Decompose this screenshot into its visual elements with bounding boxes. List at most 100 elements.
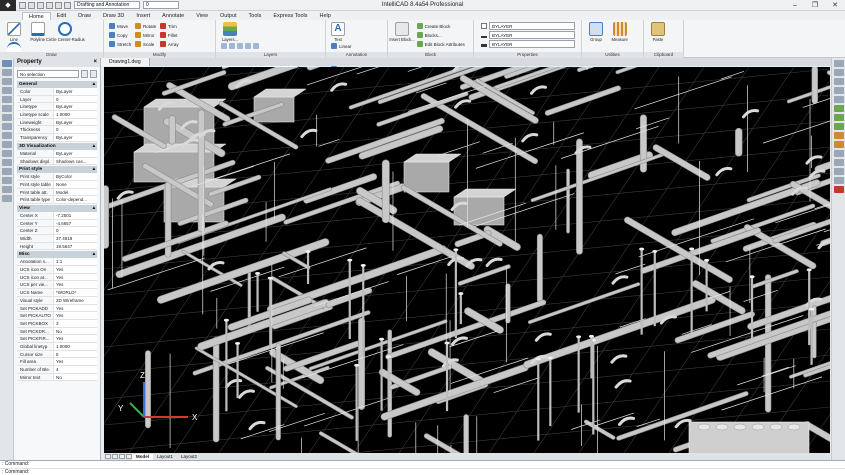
property-value[interactable]: Yes xyxy=(54,266,97,273)
selection-select[interactable]: No selection xyxy=(17,70,79,78)
property-section-header[interactable]: View ▴ xyxy=(17,204,97,212)
edit-block-attributes-button[interactable]: Edit Block Attributes xyxy=(416,40,465,48)
property-value[interactable]: Yes xyxy=(54,312,97,319)
property-row[interactable]: Center X -7.2501 xyxy=(17,211,97,220)
property-row[interactable]: Color ByLayer xyxy=(17,88,97,96)
property-value[interactable]: *WORLD* xyxy=(54,289,97,296)
property-row[interactable]: UCS icon On Yes xyxy=(17,266,97,274)
layer-off-icon[interactable] xyxy=(253,43,259,49)
ucs-icon[interactable] xyxy=(833,150,844,157)
dimension-tool-icon[interactable] xyxy=(1,150,12,157)
print-icon[interactable] xyxy=(46,1,53,9)
layer-previous-icon[interactable] xyxy=(229,43,235,49)
model-space-view[interactable] xyxy=(104,67,830,453)
circle-button[interactable]: Circle Center-Radius xyxy=(46,22,85,42)
workspace-select[interactable]: Drafting and Annotation xyxy=(74,1,140,9)
redraw-icon[interactable] xyxy=(833,177,844,184)
line-button[interactable]: Line xyxy=(3,22,25,42)
select-tool-icon[interactable] xyxy=(1,60,12,67)
array-button[interactable]: Array xyxy=(159,40,179,48)
tab-express-tools[interactable]: Express Tools xyxy=(267,12,313,20)
property-value[interactable]: 1.0000 xyxy=(54,342,97,350)
measure-button[interactable]: Measure xyxy=(609,22,631,42)
insert-tool-icon[interactable] xyxy=(1,177,12,184)
property-value[interactable]: 5 xyxy=(54,350,97,358)
select-objects-icon[interactable] xyxy=(90,70,97,78)
property-row[interactable]: Set PICKDR... No xyxy=(17,327,97,336)
view-iso-icon[interactable] xyxy=(833,123,844,130)
block-tool-icon[interactable] xyxy=(1,168,12,175)
quick-layer-select[interactable]: 0 xyxy=(143,1,179,9)
property-value[interactable]: Model xyxy=(54,188,97,196)
property-value[interactable]: 2D Wireframe xyxy=(54,296,97,304)
minimize-button[interactable]: – xyxy=(785,0,805,11)
text-tool-icon[interactable] xyxy=(1,141,12,148)
property-row[interactable]: Print style table None xyxy=(17,180,97,189)
property-row[interactable]: Thickness 0 xyxy=(17,126,97,135)
property-value[interactable]: ByLayer xyxy=(54,103,97,111)
tab-draw[interactable]: Draw xyxy=(72,12,97,20)
linear-dimension-button[interactable]: Linear xyxy=(331,42,365,50)
tab-layout1[interactable]: Layout1 xyxy=(153,454,177,460)
property-value[interactable]: ByLayer xyxy=(54,149,97,157)
property-row[interactable]: Global linetyp. 1.0000 xyxy=(17,342,97,351)
zoom-extents-icon[interactable] xyxy=(833,87,844,94)
collapse-icon[interactable]: ▴ xyxy=(93,205,95,212)
quick-select-icon[interactable] xyxy=(81,70,88,78)
point-tool-icon[interactable] xyxy=(1,159,12,166)
region-tool-icon[interactable] xyxy=(1,186,12,193)
property-value[interactable]: 0 xyxy=(54,126,97,134)
blocks-button[interactable]: Blocks... xyxy=(416,31,465,39)
property-value[interactable]: 1:1 xyxy=(54,258,97,266)
property-row[interactable]: Material ByLayer xyxy=(17,149,97,158)
layer-freeze-icon[interactable] xyxy=(245,43,251,49)
property-value[interactable]: ByLayer xyxy=(54,118,97,126)
property-row[interactable]: Linetype ByLayer xyxy=(17,103,97,112)
mirror-button[interactable]: Mirror xyxy=(134,31,156,39)
tab-insert[interactable]: Insert xyxy=(130,12,156,20)
first-layout-icon[interactable] xyxy=(105,454,111,459)
table-tool-icon[interactable] xyxy=(1,195,12,202)
tab-edit[interactable]: Edit xyxy=(51,12,72,20)
paste-button[interactable]: Paste xyxy=(647,22,669,42)
tab-help[interactable]: Help xyxy=(314,12,337,20)
redo-icon[interactable] xyxy=(64,1,71,9)
collapse-icon[interactable]: ▴ xyxy=(93,166,95,173)
shade-icon[interactable] xyxy=(833,141,844,148)
property-row[interactable]: UCS Name *WORLD* xyxy=(17,289,97,297)
zoom-icon[interactable] xyxy=(833,60,844,67)
pan-icon[interactable] xyxy=(833,69,844,76)
circle-tool-icon[interactable] xyxy=(1,96,12,103)
property-value[interactable]: None xyxy=(54,180,97,188)
collapse-icon[interactable]: ▴ xyxy=(93,81,95,88)
new-icon[interactable] xyxy=(19,1,26,9)
orbit-icon[interactable] xyxy=(833,78,844,85)
property-row[interactable]: Cursor size 5 xyxy=(17,350,97,359)
hatch-tool-icon[interactable] xyxy=(1,132,12,139)
line-tool-icon[interactable] xyxy=(1,69,12,76)
undo-icon[interactable] xyxy=(55,1,62,9)
tab-output[interactable]: Output xyxy=(214,12,243,20)
property-panel-close-icon[interactable]: × xyxy=(93,58,97,67)
property-value[interactable]: -7.2501 xyxy=(54,211,97,219)
property-row[interactable]: Height 19.5647 xyxy=(17,242,97,251)
property-row[interactable]: Transparency ByLayer xyxy=(17,134,97,142)
insert-block-button[interactable]: Insert Block... xyxy=(389,22,415,42)
collapse-icon[interactable]: ▴ xyxy=(93,251,95,258)
layers-button[interactable]: Layers... xyxy=(219,22,241,42)
maximize-button[interactable]: ❐ xyxy=(805,0,825,11)
property-section-header[interactable]: Print style ▴ xyxy=(17,166,97,174)
property-row[interactable]: Lineweight ByLayer xyxy=(17,118,97,127)
tab-annotate[interactable]: Annotate xyxy=(156,12,190,20)
tab-tools[interactable]: Tools xyxy=(243,12,268,20)
regen-icon[interactable] xyxy=(833,168,844,175)
property-row[interactable]: Annotation s... 1:1 xyxy=(17,258,97,267)
layer-state-icon[interactable] xyxy=(221,43,227,49)
property-row[interactable]: UCS per vie... Yes xyxy=(17,281,97,290)
property-row[interactable]: Fill area Yes xyxy=(17,358,97,366)
property-row[interactable]: Print table att. Model xyxy=(17,188,97,197)
property-row[interactable]: UCS icon at... Yes xyxy=(17,273,97,282)
tab-model[interactable]: Model xyxy=(132,453,153,460)
property-value[interactable]: ByLayer xyxy=(54,134,97,141)
open-icon[interactable] xyxy=(28,1,35,9)
